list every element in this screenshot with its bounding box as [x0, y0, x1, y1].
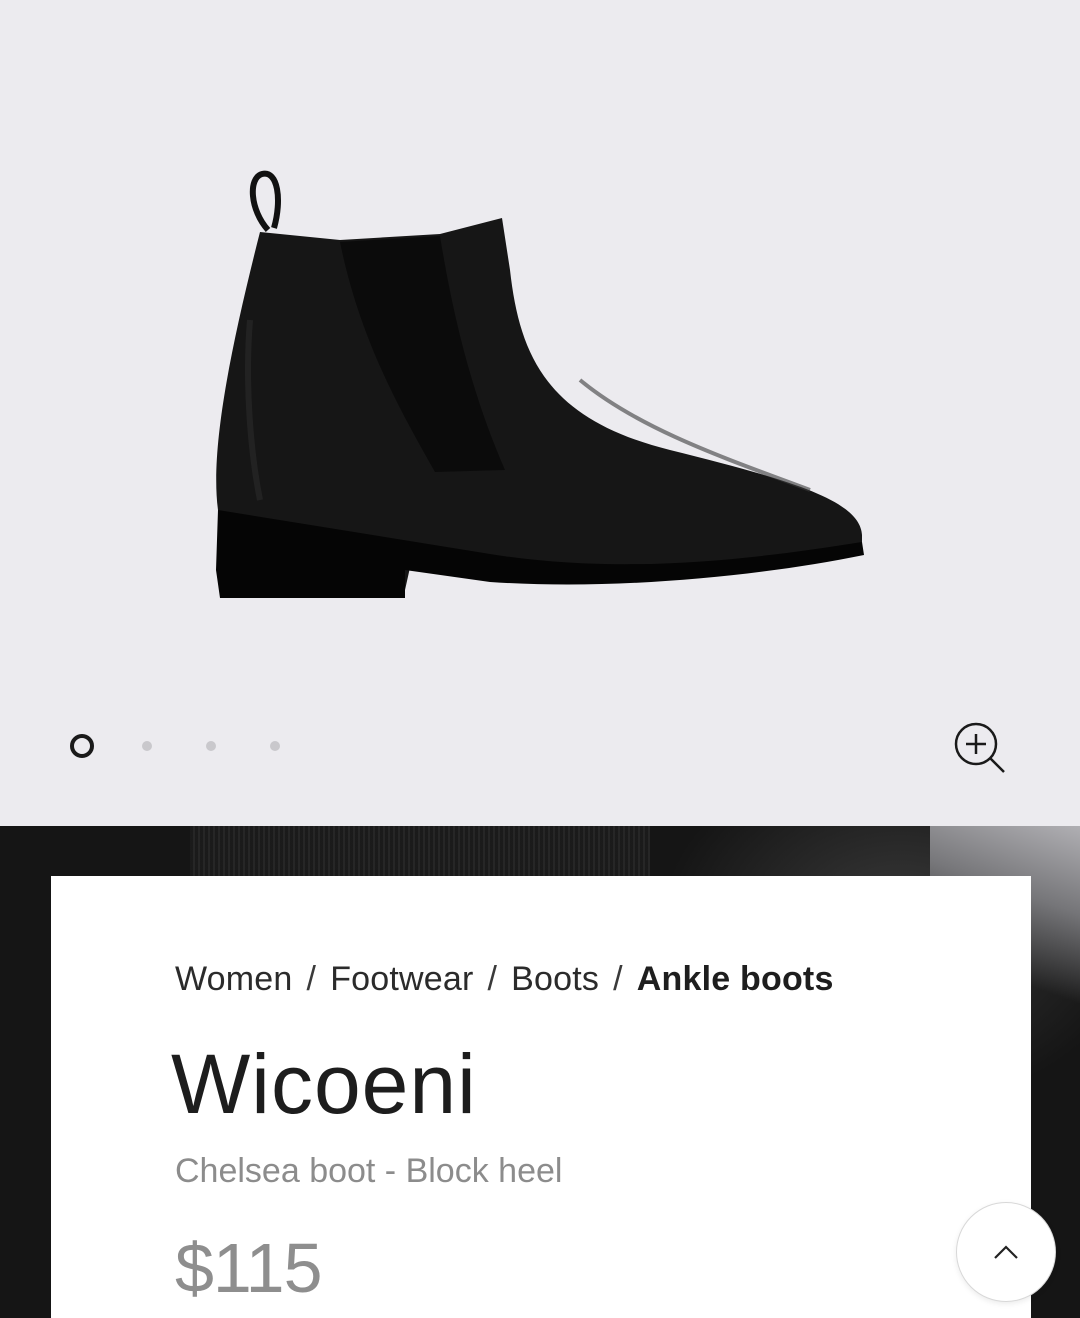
breadcrumb-separator: /: [487, 960, 498, 998]
breadcrumb-separator: /: [613, 960, 623, 998]
scroll-to-top-button[interactable]: [956, 1202, 1056, 1302]
product-title: Wicoeni: [171, 1037, 477, 1131]
product-info-card: Women / Footwear / Boots / Ankle boots Wicoeni…: [51, 876, 1031, 1318]
carousel-dot[interactable]: [206, 741, 216, 751]
breadcrumb-item-boots[interactable]: Boots: [511, 960, 599, 998]
breadcrumb-item-women[interactable]: Women: [175, 960, 293, 998]
breadcrumb-item-footwear[interactable]: Footwear: [330, 960, 473, 998]
carousel-dot[interactable]: [142, 741, 152, 751]
carousel-pagination: [70, 734, 334, 758]
chevron-up-icon: [994, 1245, 1018, 1259]
breadcrumb-item-current: Ankle boots: [636, 960, 834, 998]
breadcrumb-separator: /: [306, 960, 317, 998]
carousel-dot-active[interactable]: [70, 734, 94, 758]
breadcrumb: Women / Footwear / Boots / Ankle boots: [175, 960, 834, 999]
product-image[interactable]: [190, 150, 890, 630]
zoom-in-icon: [954, 722, 1005, 773]
product-subtitle: Chelsea boot - Block heel: [175, 1152, 563, 1190]
zoom-button[interactable]: [950, 718, 1010, 778]
carousel-dot[interactable]: [270, 741, 280, 751]
product-image-gallery[interactable]: [0, 0, 1080, 826]
product-price: $115: [175, 1229, 323, 1307]
